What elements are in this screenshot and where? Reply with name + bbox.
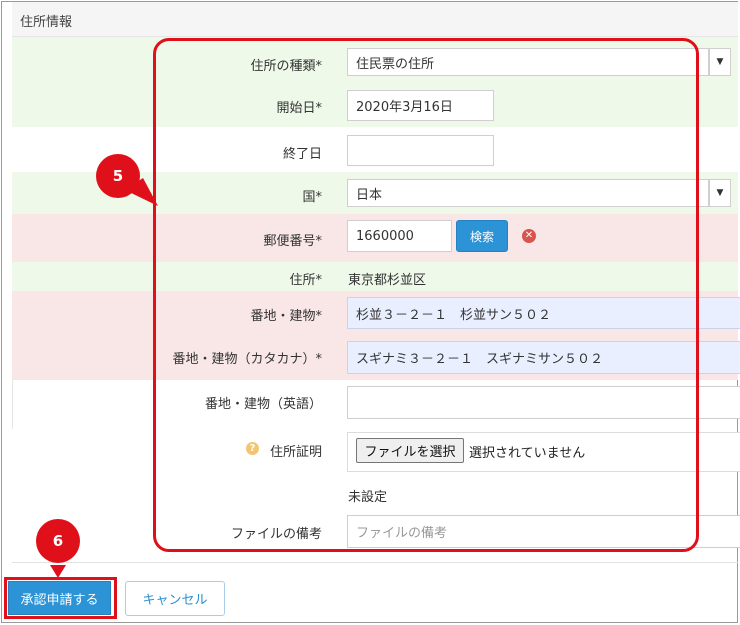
- step-5-badge: 5: [96, 154, 140, 198]
- step-6-badge: 6: [36, 519, 80, 563]
- callout-6-pointer: [50, 565, 66, 578]
- callout-pointers: [50, 178, 158, 578]
